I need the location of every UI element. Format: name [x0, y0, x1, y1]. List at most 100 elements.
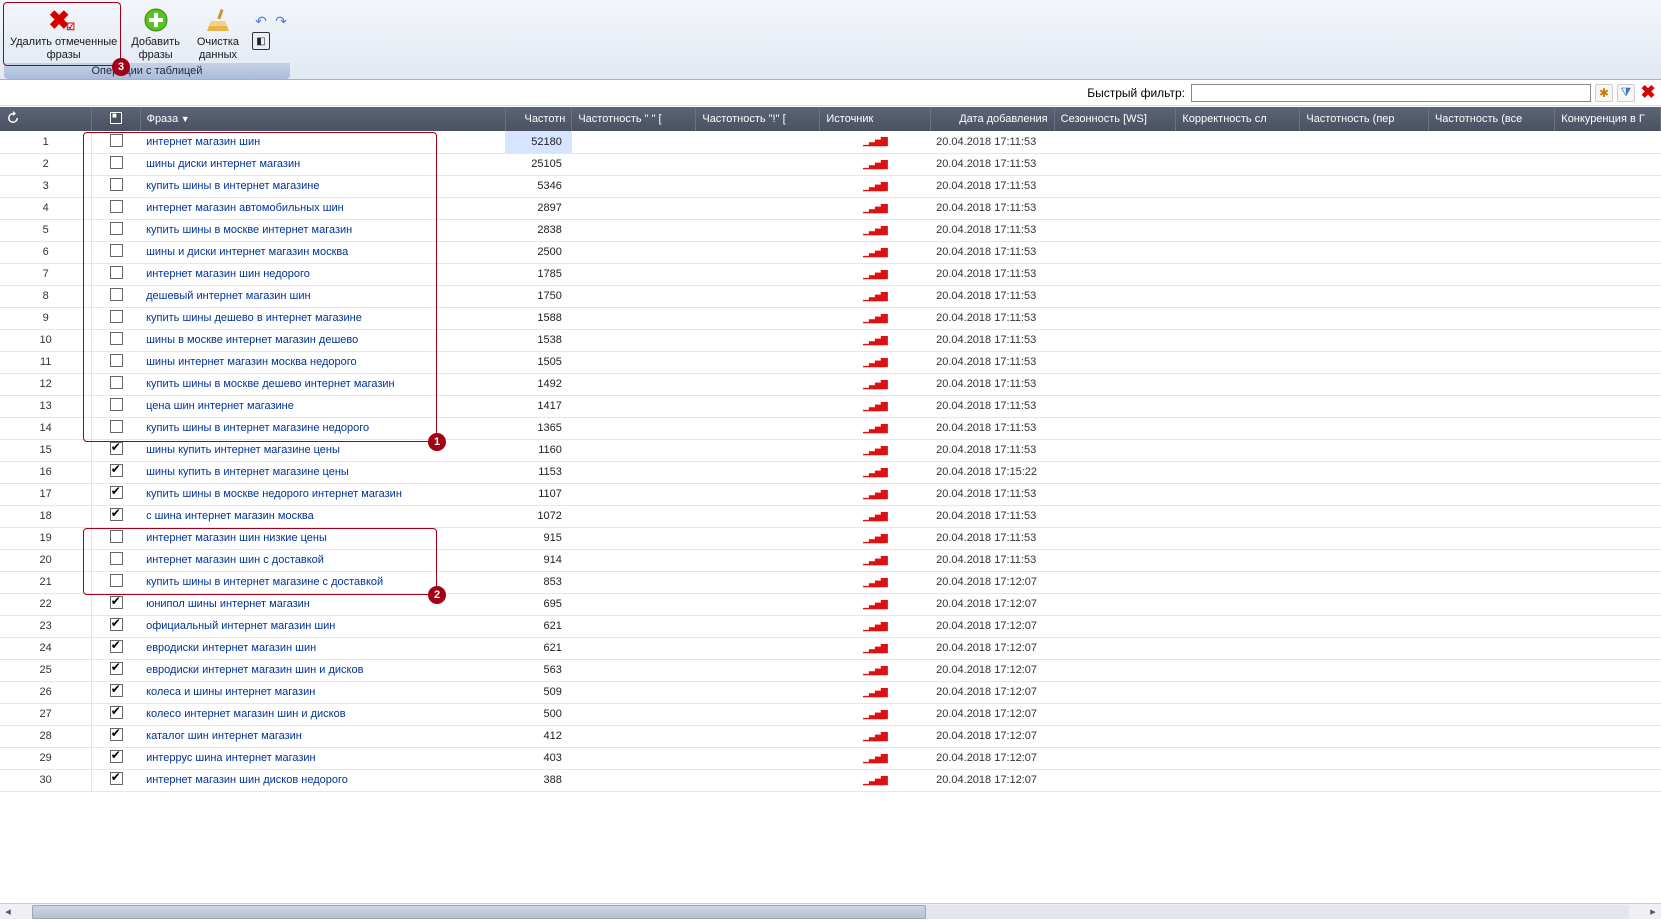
table-row[interactable]: 12купить шины в москве дешево интернет м…: [0, 373, 1661, 395]
row-checkbox-cell[interactable]: [92, 593, 140, 615]
scroll-thumb[interactable]: [32, 905, 926, 919]
row-checkbox[interactable]: [110, 596, 123, 609]
row-checkbox-cell[interactable]: [92, 175, 140, 197]
row-checkbox[interactable]: [110, 530, 123, 543]
row-checkbox-cell[interactable]: [92, 241, 140, 263]
cell-phrase[interactable]: официальный интернет магазин шин: [140, 615, 505, 637]
table-row[interactable]: 28каталог шин интернет магазин412▁▃▅▇20.…: [0, 725, 1661, 747]
cell-phrase[interactable]: шины диски интернет магазин: [140, 153, 505, 175]
cell-phrase[interactable]: колесо интернет магазин шин и дисков: [140, 703, 505, 725]
cell-phrase[interactable]: интернет магазин шин низкие цены: [140, 527, 505, 549]
table-row[interactable]: 20интернет магазин шин с доставкой914▁▃▅…: [0, 549, 1661, 571]
header-freq2[interactable]: Частотность " " [: [572, 107, 696, 131]
row-checkbox-cell[interactable]: [92, 725, 140, 747]
table-row[interactable]: 8дешевый интернет магазин шин1750▁▃▅▇20.…: [0, 285, 1661, 307]
header-source[interactable]: Источник: [820, 107, 930, 131]
row-checkbox-cell[interactable]: [92, 329, 140, 351]
table-row[interactable]: 29интеррус шина интернет магазин403▁▃▅▇2…: [0, 747, 1661, 769]
table-row[interactable]: 30интернет магазин шин дисков недорого38…: [0, 769, 1661, 791]
row-checkbox-cell[interactable]: [92, 263, 140, 285]
grid-settings-button[interactable]: ◧: [252, 32, 270, 50]
row-checkbox[interactable]: [110, 662, 123, 675]
redo-button[interactable]: ↷: [272, 12, 290, 30]
row-checkbox[interactable]: [110, 640, 123, 653]
header-freq-per[interactable]: Частотность (пер: [1300, 107, 1429, 131]
row-checkbox[interactable]: [110, 134, 123, 147]
table-row[interactable]: 4интернет магазин автомобильных шин2897▁…: [0, 197, 1661, 219]
scroll-left-button[interactable]: ◂: [0, 904, 16, 920]
undo-button[interactable]: ↶: [252, 12, 270, 30]
row-checkbox[interactable]: [110, 332, 123, 345]
table-row[interactable]: 9купить шины дешево в интернет магазине1…: [0, 307, 1661, 329]
row-checkbox-cell[interactable]: [92, 571, 140, 593]
table-row[interactable]: 24евродиски интернет магазин шин621▁▃▅▇2…: [0, 637, 1661, 659]
row-checkbox-cell[interactable]: [92, 527, 140, 549]
row-checkbox-cell[interactable]: [92, 351, 140, 373]
table-row[interactable]: 14купить шины в интернет магазине недоро…: [0, 417, 1661, 439]
table-row[interactable]: 13цена шин интернет магазине1417▁▃▅▇20.0…: [0, 395, 1661, 417]
row-checkbox[interactable]: [110, 684, 123, 697]
table-row[interactable]: 2шины диски интернет магазин25105▁▃▅▇20.…: [0, 153, 1661, 175]
add-phrases-button[interactable]: Добавить фразы: [125, 4, 186, 61]
delete-marked-button[interactable]: ✖☑ Удалить отмеченные фразы: [4, 4, 123, 61]
table-row[interactable]: 3купить шины в интернет магазине5346▁▃▅▇…: [0, 175, 1661, 197]
cell-phrase[interactable]: купить шины в интернет магазине с достав…: [140, 571, 505, 593]
table-row[interactable]: 23официальный интернет магазин шин621▁▃▅…: [0, 615, 1661, 637]
table-row[interactable]: 18с шина интернет магазин москва1072▁▃▅▇…: [0, 505, 1661, 527]
row-checkbox-cell[interactable]: [92, 131, 140, 153]
cell-phrase[interactable]: цена шин интернет магазине: [140, 395, 505, 417]
row-checkbox[interactable]: [110, 288, 123, 301]
cell-phrase[interactable]: с шина интернет магазин москва: [140, 505, 505, 527]
scroll-right-button[interactable]: ▸: [1645, 904, 1661, 920]
cell-phrase[interactable]: шины в москве интернет магазин дешево: [140, 329, 505, 351]
table-row[interactable]: 16шины купить в интернет магазине цены11…: [0, 461, 1661, 483]
table-row[interactable]: 15шины купить интернет магазине цены1160…: [0, 439, 1661, 461]
clean-data-button[interactable]: Очистка данных: [188, 4, 248, 61]
row-checkbox-cell[interactable]: [92, 659, 140, 681]
cell-phrase[interactable]: купить шины дешево в интернет магазине: [140, 307, 505, 329]
table-row[interactable]: 25евродиски интернет магазин шин и диско…: [0, 659, 1661, 681]
row-checkbox[interactable]: [110, 178, 123, 191]
table-row[interactable]: 10шины в москве интернет магазин дешево1…: [0, 329, 1661, 351]
table-row[interactable]: 6шины и диски интернет магазин москва250…: [0, 241, 1661, 263]
row-checkbox-cell[interactable]: [92, 747, 140, 769]
row-checkbox-cell[interactable]: [92, 461, 140, 483]
header-freq3[interactable]: Частотность "!" [: [696, 107, 820, 131]
row-checkbox[interactable]: [110, 750, 123, 763]
row-checkbox-cell[interactable]: [92, 769, 140, 791]
row-checkbox[interactable]: [110, 486, 123, 499]
cell-phrase[interactable]: шины купить в интернет магазине цены: [140, 461, 505, 483]
table-row[interactable]: 17купить шины в москве недорого интернет…: [0, 483, 1661, 505]
row-checkbox[interactable]: [110, 618, 123, 631]
header-correct[interactable]: Корректность сл: [1176, 107, 1300, 131]
row-checkbox-cell[interactable]: [92, 483, 140, 505]
header-date[interactable]: Дата добавления: [930, 107, 1054, 131]
row-checkbox[interactable]: [110, 574, 123, 587]
row-checkbox[interactable]: [110, 222, 123, 235]
row-checkbox-cell[interactable]: [92, 197, 140, 219]
cell-phrase[interactable]: интернет магазин шин недорого: [140, 263, 505, 285]
row-checkbox-cell[interactable]: [92, 681, 140, 703]
cell-phrase[interactable]: интернет магазин автомобильных шин: [140, 197, 505, 219]
row-checkbox-cell[interactable]: [92, 395, 140, 417]
row-checkbox[interactable]: [110, 772, 123, 785]
row-checkbox-cell[interactable]: [92, 307, 140, 329]
table-row[interactable]: 21купить шины в интернет магазине с дост…: [0, 571, 1661, 593]
header-freq[interactable]: Частотн: [505, 107, 572, 131]
cell-phrase[interactable]: купить шины в москве дешево интернет маг…: [140, 373, 505, 395]
cell-phrase[interactable]: евродиски интернет магазин шин: [140, 637, 505, 659]
table-row[interactable]: 22юнипол шины интернет магазин695▁▃▅▇20.…: [0, 593, 1661, 615]
cell-phrase[interactable]: интернет магазин шин дисков недорого: [140, 769, 505, 791]
row-checkbox-cell[interactable]: [92, 439, 140, 461]
horizontal-scrollbar[interactable]: ◂ ▸: [0, 903, 1661, 919]
cell-phrase[interactable]: шины купить интернет магазине цены: [140, 439, 505, 461]
table-row[interactable]: 1интернет магазин шин52180▁▃▅▇20.04.2018…: [0, 131, 1661, 153]
header-freq-all[interactable]: Частотность (все: [1428, 107, 1554, 131]
row-checkbox-cell[interactable]: [92, 219, 140, 241]
row-checkbox-cell[interactable]: [92, 615, 140, 637]
row-checkbox[interactable]: [110, 244, 123, 257]
row-checkbox[interactable]: [110, 420, 123, 433]
row-checkbox-cell[interactable]: [92, 285, 140, 307]
row-checkbox-cell[interactable]: [92, 637, 140, 659]
cell-phrase[interactable]: шины и диски интернет магазин москва: [140, 241, 505, 263]
